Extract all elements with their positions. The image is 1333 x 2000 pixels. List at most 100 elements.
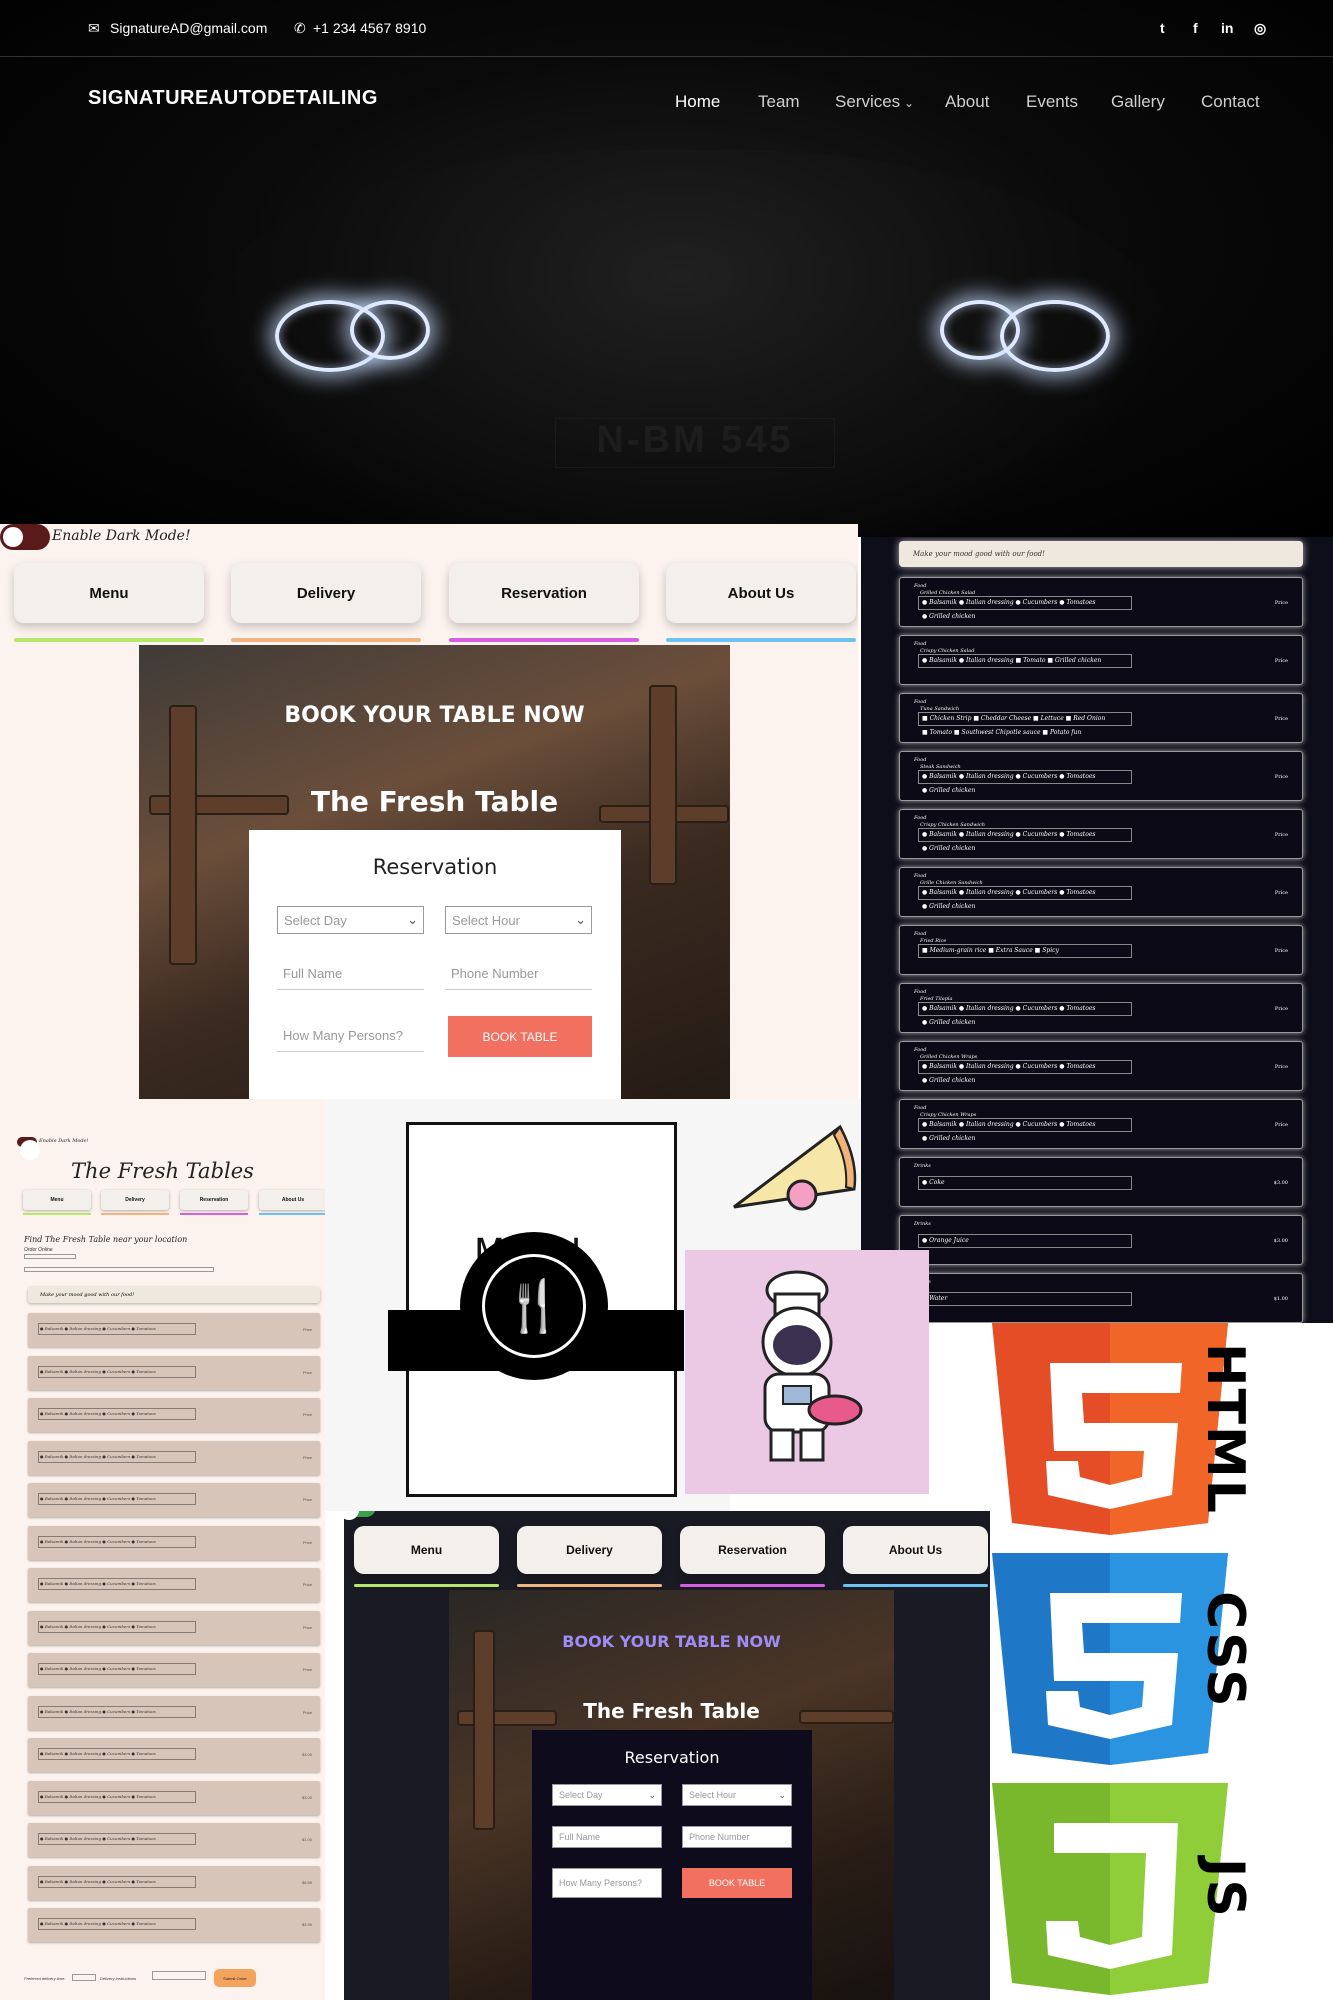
menu-item-options-extra[interactable]: ● Grilled chicken bbox=[922, 1019, 975, 1026]
small-menu-item-card[interactable]: ● Balsamik ● Italian dressing ● Cucumber… bbox=[28, 1568, 320, 1602]
menu-item-card[interactable]: Food Grilled Chicken Wraps ● Balsamik ● It… bbox=[899, 1041, 1303, 1091]
nav-home[interactable]: Home bbox=[675, 92, 720, 112]
small-menu-item-options[interactable]: ● Balsamik ● Italian dressing ● Cucumber… bbox=[40, 1666, 156, 1671]
menu-item-options-extra[interactable]: ● Grilled chicken bbox=[922, 1135, 975, 1142]
tab-reservation[interactable]: Reservation bbox=[449, 563, 639, 623]
dark-select-hour[interactable]: Select Hour ⌄ bbox=[682, 1784, 792, 1806]
dark-tab-reservation[interactable]: Reservation bbox=[680, 1526, 825, 1574]
select-hour[interactable]: Select Hour ⌄ bbox=[445, 906, 592, 934]
menu-item-options[interactable]: ● Balsamik ● Italian dressing ● Cucumber… bbox=[922, 889, 1095, 896]
menu-item-options-extra[interactable]: ● Grilled chicken bbox=[922, 1077, 975, 1084]
small-menu-item-card[interactable]: ● Balsamik ● Italian dressing ● Cucumber… bbox=[28, 1440, 320, 1475]
delivery-instructions-input[interactable] bbox=[152, 1971, 206, 1980]
small-menu-item-options[interactable]: ● Balsamik ● Italian dressing ● Cucumber… bbox=[40, 1836, 156, 1841]
menu-item-options[interactable]: ● Balsamik ● Italian dressing ● Cucumber… bbox=[922, 1063, 1095, 1070]
tab-delivery[interactable]: Delivery bbox=[231, 563, 421, 623]
chevron-down-icon[interactable]: ⌄ bbox=[904, 96, 914, 110]
persons-input[interactable]: How Many Persons? bbox=[277, 1020, 424, 1052]
small-menu-item-card[interactable]: ● Balsamik ● Italian dressing ● Cucumber… bbox=[28, 1780, 320, 1815]
menu-item-options[interactable]: ● Balsamik ● Italian dressing ● Cucumber… bbox=[922, 1121, 1095, 1128]
select-day[interactable]: Select Day ⌄ bbox=[277, 906, 424, 934]
dark-tab-delivery[interactable]: Delivery bbox=[517, 1526, 662, 1574]
dark-phone-number-input[interactable]: Phone Number bbox=[682, 1826, 792, 1848]
small-menu-item-options[interactable]: ● Balsamik ● Italian dressing ● Cucumber… bbox=[40, 1879, 156, 1884]
nav-services[interactable]: Services bbox=[835, 92, 900, 112]
menu-item-options[interactable]: ■ Chicken Strip ■ Cheddar Cheese ■ Lettu… bbox=[922, 715, 1105, 722]
small-tab-about[interactable]: About Us bbox=[259, 1190, 325, 1210]
small-menu-item-card[interactable]: ● Balsamik ● Italian dressing ● Cucumber… bbox=[28, 1483, 320, 1517]
menu-item-card[interactable]: Food Grilled Chicken Salad ● Balsamik ● It… bbox=[899, 577, 1303, 627]
menu-item-card[interactable]: Drinks ● Coke $3.00 bbox=[899, 1157, 1303, 1207]
small-menu-item-card[interactable]: ● Balsamik ● Italian dressing ● Cucumber… bbox=[28, 1865, 320, 1900]
small-menu-item-card[interactable]: ● Balsamik ● Italian dressing ● Cucumber… bbox=[28, 1525, 320, 1560]
menu-item-card[interactable]: Food Tuna Sandwich ■ Chicken Strip ■ Chedd… bbox=[899, 693, 1303, 743]
small-menu-item-options[interactable]: ● Balsamik ● Italian dressing ● Cucumber… bbox=[40, 1496, 156, 1501]
small-tab-menu[interactable]: Menu bbox=[23, 1190, 91, 1210]
small-menu-item-card[interactable]: ● Balsamik ● Italian dressing ● Cucumber… bbox=[28, 1823, 320, 1857]
delivery-time-input[interactable] bbox=[72, 1974, 96, 1981]
brand-logo[interactable]: SIGNATUREAUTODETAILING bbox=[88, 87, 378, 110]
small-menu-item-options[interactable]: ● Balsamik ● Italian dressing ● Cucumber… bbox=[40, 1751, 156, 1756]
small-dark-mode-toggle[interactable] bbox=[17, 1137, 40, 1160]
instagram-icon[interactable]: ◎ bbox=[1254, 20, 1266, 37]
small-menu-item-card[interactable]: ● Balsamik ● Italian dressing ● Cucumber… bbox=[28, 1610, 320, 1645]
dark-tab-about[interactable]: About Us bbox=[843, 1526, 988, 1574]
menu-item-options-extra[interactable]: ● Grilled chicken bbox=[922, 613, 975, 620]
menu-item-options[interactable]: ■ Medium-grain rice ■ Extra Sauce ■ Spic… bbox=[922, 947, 1059, 954]
dark-tab-menu[interactable]: Menu bbox=[354, 1526, 499, 1574]
small-menu-item-options[interactable]: ● Balsamik ● Italian dressing ● Cucumber… bbox=[40, 1921, 156, 1926]
small-menu-item-options[interactable]: ● Balsamik ● Italian dressing ● Cucumber… bbox=[40, 1581, 156, 1586]
tab-about-us[interactable]: About Us bbox=[666, 563, 856, 623]
dark-mode-toggle[interactable] bbox=[0, 524, 50, 550]
nav-contact[interactable]: Contact bbox=[1201, 92, 1260, 112]
small-menu-item-options[interactable]: ● Balsamik ● Italian dressing ● Cucumber… bbox=[40, 1794, 156, 1799]
dark-full-name-input[interactable]: Full Name bbox=[552, 1826, 662, 1848]
small-menu-item-options[interactable]: ● Balsamik ● Italian dressing ● Cucumber… bbox=[40, 1624, 156, 1629]
menu-item-options-extra[interactable]: ■ Tomato ■ Southwest Chipotle sauce ■ Po… bbox=[922, 729, 1081, 736]
menu-item-options-extra[interactable]: ● Grilled chicken bbox=[922, 845, 975, 852]
menu-item-card[interactable]: Food Crispy Chicken Sandwich ● Balsamik ● … bbox=[899, 809, 1303, 859]
menu-item-card[interactable]: Drinks ● Orange Juice $3.00 bbox=[899, 1215, 1303, 1265]
full-name-input[interactable]: Full Name bbox=[277, 958, 424, 990]
small-menu-item-card[interactable]: ● Balsamik ● Italian dressing ● Cucumber… bbox=[28, 1908, 320, 1942]
small-menu-item-options[interactable]: ● Balsamik ● Italian dressing ● Cucumber… bbox=[40, 1369, 156, 1374]
dark-select-day[interactable]: Select Day ⌄ bbox=[552, 1784, 662, 1806]
small-tab-delivery[interactable]: Delivery bbox=[101, 1190, 169, 1210]
menu-item-options[interactable]: ● Balsamik ● Italian dressing ● Cucumber… bbox=[922, 773, 1095, 780]
menu-item-card[interactable]: Food Grille Chicken Sandwich ● Balsamik ● … bbox=[899, 867, 1303, 917]
book-table-button[interactable]: BOOK TABLE bbox=[448, 1016, 592, 1057]
small-menu-item-card[interactable]: ● Balsamik ● Italian dressing ● Cucumber… bbox=[28, 1695, 320, 1730]
small-menu-item-options[interactable]: ● Balsamik ● Italian dressing ● Cucumber… bbox=[40, 1539, 156, 1544]
small-menu-item-card[interactable]: ● Balsamik ● Italian dressing ● Cucumber… bbox=[28, 1313, 320, 1347]
menu-item-options-extra[interactable]: ● Grilled chicken bbox=[922, 787, 975, 794]
nav-team[interactable]: Team bbox=[758, 92, 800, 112]
phone-number-input[interactable]: Phone Number bbox=[445, 958, 592, 990]
small-menu-item-card[interactable]: ● Balsamik ● Italian dressing ● Cucumber… bbox=[28, 1355, 320, 1390]
small-menu-item-options[interactable]: ● Balsamik ● Italian dressing ● Cucumber… bbox=[40, 1411, 156, 1416]
menu-item-options[interactable]: ● Orange Juice bbox=[922, 1237, 969, 1244]
menu-item-options[interactable]: ● Balsamik ● Italian dressing ● Cucumber… bbox=[922, 831, 1095, 838]
order-online-input[interactable] bbox=[24, 1254, 76, 1259]
submit-order-button[interactable]: Submit Order bbox=[214, 1969, 256, 1987]
contact-phone[interactable]: +1 234 4567 8910 bbox=[313, 20, 426, 36]
menu-item-options[interactable]: ● Balsamik ● Italian dressing ■ Tomato ■… bbox=[922, 657, 1101, 664]
menu-item-options-extra[interactable]: ● Grilled chicken bbox=[922, 903, 975, 910]
menu-item-options[interactable]: ● Coke bbox=[922, 1179, 945, 1186]
nav-about[interactable]: About bbox=[945, 92, 989, 112]
nav-gallery[interactable]: Gallery bbox=[1111, 92, 1165, 112]
small-tab-reservation[interactable]: Reservation bbox=[180, 1190, 248, 1210]
menu-item-card[interactable]: Drinks● Water$1.00 bbox=[899, 1273, 1303, 1323]
nav-events[interactable]: Events bbox=[1026, 92, 1078, 112]
dark-book-table-button[interactable]: BOOK TABLE bbox=[682, 1868, 792, 1898]
menu-item-card[interactable]: Food Fried Rice ■ Medium-grain rice ■ Extr… bbox=[899, 925, 1303, 975]
twitter-icon[interactable]: t bbox=[1160, 20, 1165, 36]
menu-item-options[interactable]: ● Balsamik ● Italian dressing ● Cucumber… bbox=[922, 1005, 1095, 1012]
small-menu-item-options[interactable]: ● Balsamik ● Italian dressing ● Cucumber… bbox=[40, 1454, 156, 1459]
contact-email[interactable]: SignatureAD@gmail.com bbox=[110, 20, 267, 36]
menu-item-options[interactable]: ● Balsamik ● Italian dressing ● Cucumber… bbox=[922, 599, 1095, 606]
menu-item-card[interactable]: Food Fried Tilapia ● Balsamik ● Italian dr… bbox=[899, 983, 1303, 1033]
contact-fields[interactable] bbox=[24, 1267, 214, 1272]
small-menu-item-card[interactable]: ● Balsamik ● Italian dressing ● Cucumber… bbox=[28, 1738, 320, 1772]
small-menu-item-options[interactable]: ● Balsamik ● Italian dressing ● Cucumber… bbox=[40, 1326, 156, 1331]
linkedin-icon[interactable]: in bbox=[1221, 20, 1233, 36]
